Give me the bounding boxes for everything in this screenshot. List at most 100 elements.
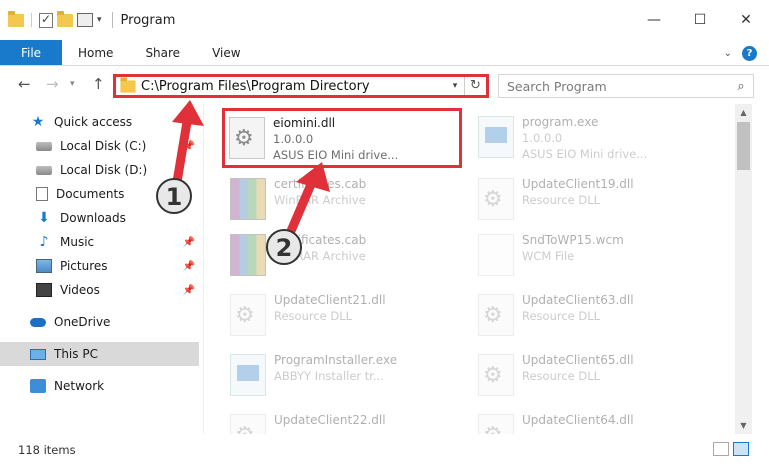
file-item[interactable]: UpdateClient21.dll Resource DLL — [226, 288, 466, 344]
address-bar[interactable]: C:\Program Files\Program Directory ▾ ↻ — [113, 74, 489, 98]
file-item[interactable]: UpdateClient63.dll Resource DLL — [474, 288, 714, 344]
vertical-scrollbar[interactable]: ▲ ▼ — [735, 104, 752, 434]
file-name: UpdateClient64.dll — [522, 413, 634, 427]
properties-check-icon[interactable] — [39, 12, 53, 28]
pin-icon[interactable]: 📌 — [183, 237, 195, 248]
file-item[interactable]: certificates.cab WinRAR Archive — [226, 228, 466, 284]
tab-file[interactable]: File — [0, 40, 62, 65]
sidebar-item-label: Network — [54, 379, 105, 393]
tab-view[interactable]: View — [196, 40, 256, 65]
sidebar-item-label: OneDrive — [54, 315, 111, 329]
file-item[interactable]: certificates.cab WinRAR Archive — [226, 172, 466, 228]
file-type: Resource DLL — [274, 309, 353, 323]
file-item[interactable]: ProgramInstaller.exe ABBYY Installer tr.… — [226, 348, 466, 404]
file-type: Resource DLL — [522, 309, 601, 323]
search-input[interactable] — [507, 78, 729, 94]
file-name: certificates.cab — [274, 233, 367, 247]
file-name: UpdateClient19.dll — [522, 177, 634, 191]
sidebar-item-onedrive[interactable]: OneDrive — [0, 310, 199, 334]
file-list: eiomini.dll 1.0.0.0 ASUS EIO Mini drive.… — [204, 104, 735, 434]
scroll-thumb[interactable] — [737, 122, 750, 170]
archive-file-icon — [230, 178, 266, 220]
file-version: 1.0.0.0 — [273, 132, 314, 146]
sidebar-item-local-disk-c[interactable]: Local Disk (C:) 📌 — [0, 134, 199, 158]
tab-home[interactable]: Home — [62, 40, 129, 65]
chevron-down-icon[interactable]: ▾ — [97, 15, 102, 25]
forward-arrow-icon[interactable]: → — [46, 75, 59, 93]
minimize-button[interactable]: — — [631, 0, 677, 40]
address-dropdown-icon[interactable]: ▾ — [446, 81, 464, 91]
star-icon: ★ — [31, 114, 45, 130]
drive-icon — [36, 165, 52, 175]
file-name: UpdateClient22.dll — [274, 413, 386, 427]
ribbon-tabs: File Home Share View ⌄ ? — [0, 40, 769, 66]
network-icon — [30, 379, 46, 393]
scroll-up-icon[interactable]: ▲ — [735, 104, 752, 121]
search-icon[interactable]: ⌕ — [729, 79, 753, 94]
documents-icon — [36, 187, 48, 201]
pictures-icon — [36, 259, 52, 273]
sidebar-item-documents[interactable]: Documents — [0, 182, 199, 206]
file-name: program.exe — [522, 115, 599, 129]
quick-access-toolbar: ▾ — [8, 10, 102, 28]
videos-icon — [36, 283, 52, 297]
sidebar-item-music[interactable]: ♪ Music 📌 — [0, 230, 199, 254]
back-arrow-icon[interactable]: ← — [18, 75, 31, 93]
status-bar: 118 items — [0, 434, 769, 466]
pin-icon[interactable]: 📌 — [183, 261, 195, 272]
dll-file-icon — [478, 178, 514, 220]
sidebar-item-label: Pictures — [60, 259, 108, 273]
maximize-button[interactable]: ☐ — [677, 0, 723, 40]
pin-icon[interactable]: 📌 — [183, 285, 195, 296]
details-view-icon[interactable] — [713, 442, 729, 456]
item-count: 118 items — [18, 443, 76, 457]
sidebar-item-pictures[interactable]: Pictures 📌 — [0, 254, 199, 278]
dll-file-icon — [229, 117, 265, 159]
file-item[interactable]: UpdateClient19.dll Resource DLL — [474, 172, 714, 228]
file-item-eiomini-dll[interactable]: eiomini.dll 1.0.0.0 ASUS EIO Mini drive.… — [222, 108, 462, 168]
recent-locations-chevron-icon[interactable]: ▾ — [70, 79, 75, 89]
title-bar: ▾ Program — ☐ ✕ — [0, 0, 769, 40]
dll-file-icon — [230, 414, 266, 434]
up-arrow-icon[interactable]: ↑ — [92, 75, 105, 93]
sidebar-item-quick-access[interactable]: ★ Quick access — [0, 110, 199, 134]
file-description: ASUS EIO Mini drive... — [273, 148, 399, 162]
large-icons-view-icon[interactable] — [733, 442, 749, 456]
sidebar-item-local-disk-d[interactable]: Local Disk (D:) — [0, 158, 199, 182]
file-description: ASUS EIO Mini drive... — [522, 147, 648, 161]
file-item[interactable]: UpdateClient22.dll — [226, 408, 466, 434]
file-version: 1.0.0.0 — [522, 131, 563, 145]
dll-file-icon — [478, 354, 514, 396]
sidebar-item-label: This PC — [54, 347, 98, 361]
expand-ribbon-icon[interactable]: ⌄ — [724, 48, 732, 59]
new-folder-icon[interactable] — [57, 10, 73, 27]
sidebar-item-label: Quick access — [54, 115, 133, 129]
file-name: UpdateClient65.dll — [522, 353, 634, 367]
sidebar-item-network[interactable]: Network — [0, 374, 199, 398]
help-icon[interactable]: ? — [742, 45, 757, 61]
file-item[interactable]: SndToWP15.wcm WCM File — [474, 228, 714, 284]
blank-file-icon — [478, 234, 514, 276]
close-button[interactable]: ✕ — [723, 0, 769, 40]
file-name: certificates.cab — [274, 177, 367, 191]
file-name: UpdateClient21.dll — [274, 293, 386, 307]
tab-share[interactable]: Share — [129, 40, 196, 65]
sidebar-item-this-pc[interactable]: This PC — [0, 342, 199, 366]
scroll-down-icon[interactable]: ▼ — [735, 417, 752, 434]
file-item[interactable]: program.exe 1.0.0.0 ASUS EIO Mini drive.… — [474, 110, 714, 166]
address-path[interactable]: C:\Program Files\Program Directory — [141, 79, 446, 94]
sidebar-item-downloads[interactable]: ⬇ Downloads — [0, 206, 199, 230]
window-title: Program — [120, 12, 176, 28]
dll-file-icon — [230, 294, 266, 336]
file-item[interactable]: UpdateClient64.dll — [474, 408, 714, 434]
file-item[interactable]: UpdateClient65.dll Resource DLL — [474, 348, 714, 404]
file-type: ABBYY Installer tr... — [274, 369, 384, 383]
search-box[interactable]: ⌕ — [498, 74, 754, 98]
sidebar-item-videos[interactable]: Videos 📌 — [0, 278, 199, 302]
refresh-icon[interactable]: ↻ — [464, 77, 486, 95]
sidebar-item-label: Local Disk (D:) — [60, 163, 148, 177]
pin-icon[interactable]: 📌 — [183, 141, 195, 152]
navigation-pane: ★ Quick access Local Disk (C:) 📌 Local D… — [0, 104, 203, 434]
sidebar-item-label: Documents — [56, 187, 125, 201]
customize-icon[interactable] — [77, 13, 93, 27]
